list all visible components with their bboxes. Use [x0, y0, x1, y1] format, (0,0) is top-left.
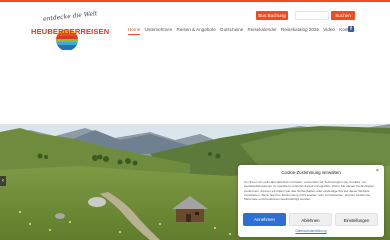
cookie-title: Cookie-Zustimmung verwalten: [281, 170, 341, 175]
nav-item-reisekalender[interactable]: Reisekalender: [247, 25, 276, 35]
cookie-consent-dialog: Cookie-Zustimmung verwalten × Um Ihnen e…: [238, 165, 384, 237]
cookie-description: Um Ihnen ein optimales Erlebnis zu biete…: [244, 180, 375, 202]
deny-cookies-button[interactable]: Ablehnen: [289, 213, 332, 226]
slider-prev-arrow[interactable]: ‹: [0, 176, 6, 186]
search-input[interactable]: [295, 11, 329, 20]
nav-item-home[interactable]: Home: [128, 26, 141, 35]
nav-item-unternehmen[interactable]: Unternehmen: [144, 25, 172, 35]
logo-name: HEUBERGERREISEN: [31, 27, 110, 36]
heuberger-reisen-logo[interactable]: entdecke die Welt HEUBERGERREISEN: [31, 10, 110, 50]
nav-item-video[interactable]: Video: [323, 25, 335, 35]
facebook-icon[interactable]: f: [348, 26, 354, 32]
nav-item-gutscheine[interactable]: Gutscheine: [220, 25, 243, 35]
privacy-policy-link[interactable]: Datenschutzerklärung: [238, 229, 384, 233]
top-accent-bar: [0, 0, 390, 2]
main-navigation: Home Unternehmen Reisen & Angebote Gutsc…: [128, 25, 359, 35]
cookie-preferences-button[interactable]: Einstellungen: [335, 213, 378, 226]
accept-cookies-button[interactable]: Annehmen: [243, 213, 286, 226]
nav-item-reisekatalog[interactable]: Reisekatalog 2025: [281, 25, 319, 35]
bus-booking-button[interactable]: Bus Buchung: [256, 11, 288, 20]
close-icon[interactable]: ×: [376, 168, 379, 174]
nav-item-reisen-angebote[interactable]: Reisen & Angebote: [176, 25, 215, 35]
search-button[interactable]: Suchen: [331, 11, 355, 20]
